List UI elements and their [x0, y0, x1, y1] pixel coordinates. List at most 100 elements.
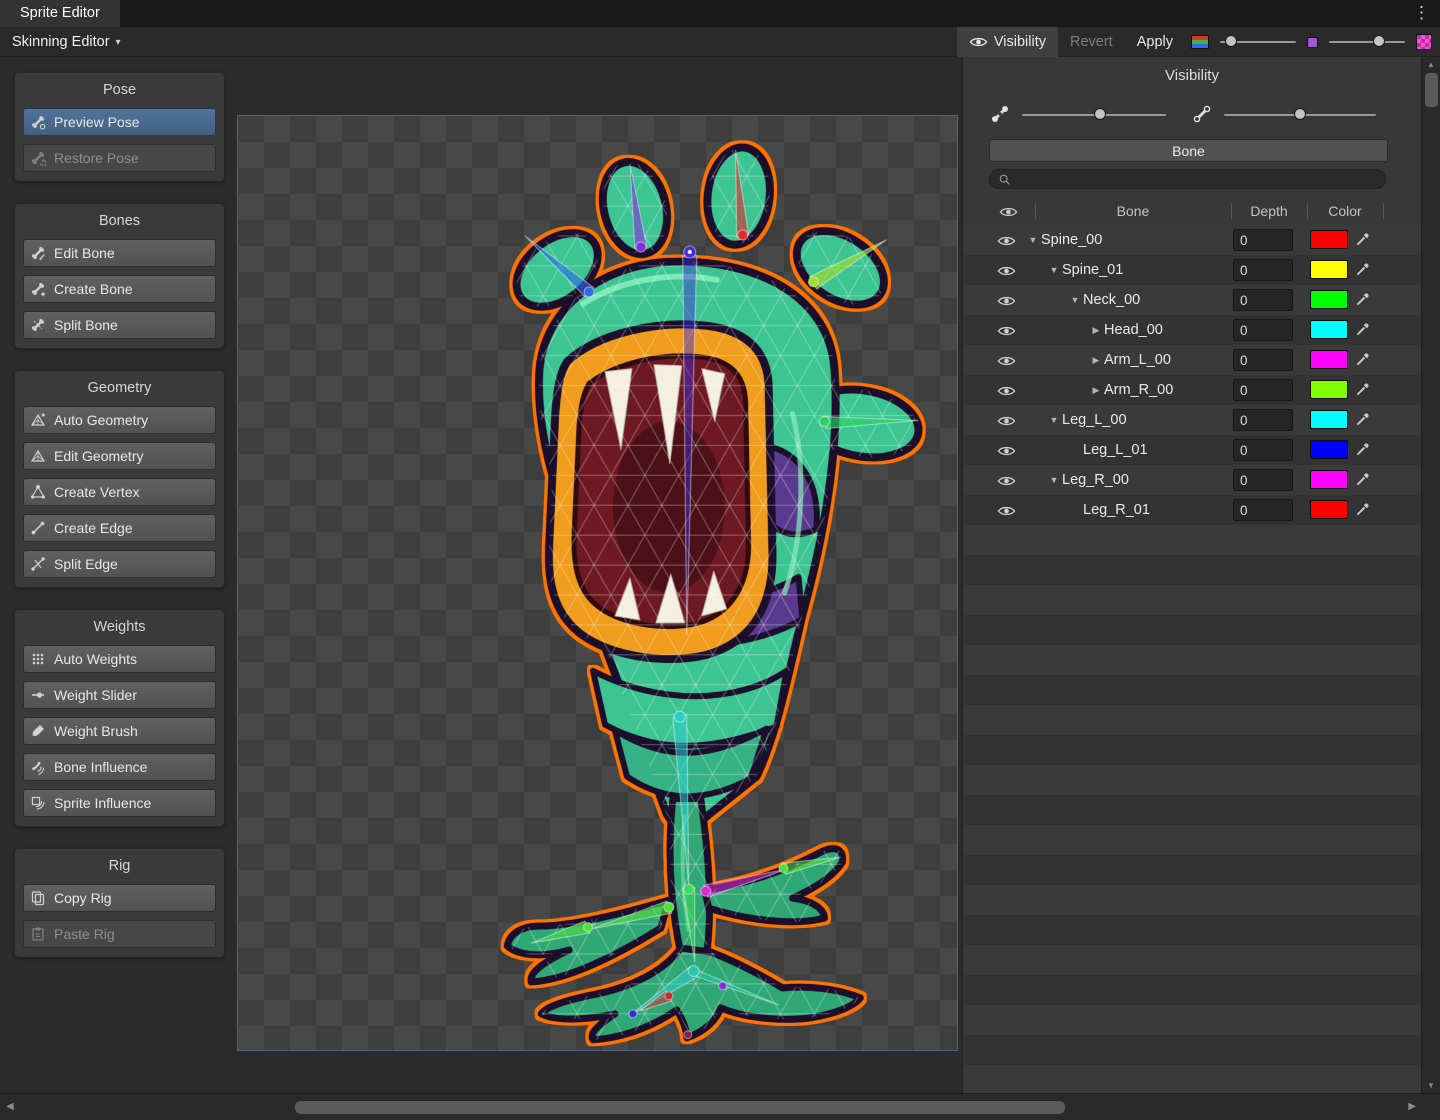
bone-row[interactable]: ▶ Arm_R_00 — [963, 375, 1421, 405]
tool-paste-rig[interactable]: Paste Rig — [23, 920, 216, 948]
eyedropper-icon[interactable] — [1355, 412, 1370, 427]
tool-auto-geometry[interactable]: Auto Geometry — [23, 406, 216, 434]
bone-row[interactable]: ▼ Neck_00 — [963, 285, 1421, 315]
eyedropper-icon[interactable] — [1355, 322, 1370, 337]
visibility-eye-icon[interactable] — [997, 504, 1016, 516]
mesh-opacity-slider[interactable] — [1224, 100, 1376, 130]
bone-color-swatch[interactable] — [1310, 290, 1348, 309]
visibility-eye-icon[interactable] — [997, 324, 1016, 336]
bone-row[interactable]: ▼ Leg_R_00 — [963, 465, 1421, 495]
eyedropper-icon[interactable] — [1355, 352, 1370, 367]
bone-tab-button[interactable]: Bone — [989, 139, 1388, 162]
purple-swatch-icon[interactable] — [1307, 37, 1318, 48]
tool-edit-bone[interactable]: Edit Bone — [23, 239, 216, 267]
tool-create-edge[interactable]: Create Edge — [23, 514, 216, 542]
eyedropper-icon[interactable] — [1355, 442, 1370, 457]
scroll-right-icon[interactable]: ▶ — [1408, 1101, 1416, 1112]
depth-input[interactable] — [1233, 229, 1293, 251]
tab-sprite-editor[interactable]: Sprite Editor — [0, 0, 120, 27]
fold-arrow-icon[interactable]: ▼ — [1046, 415, 1062, 425]
tool-sprite-influence[interactable]: Sprite Influence — [23, 789, 216, 817]
tool-bone-influence[interactable]: Bone Influence — [23, 753, 216, 781]
fold-arrow-icon[interactable]: ▶ — [1088, 325, 1104, 336]
bone-color-swatch[interactable] — [1310, 500, 1348, 519]
bone-row[interactable]: Leg_R_01 — [963, 495, 1421, 525]
scroll-left-icon[interactable]: ◀ — [6, 1101, 14, 1112]
bone-row[interactable]: ▶ Arm_L_00 — [963, 345, 1421, 375]
bone-row[interactable]: ▶ Head_00 — [963, 315, 1421, 345]
visibility-toggle[interactable]: Visibility — [957, 27, 1058, 57]
color-layers-icon[interactable] — [1191, 35, 1209, 49]
depth-input[interactable] — [1233, 499, 1293, 521]
bone-row[interactable]: ▼ Spine_01 — [963, 255, 1421, 285]
slider-knob[interactable] — [1294, 108, 1306, 120]
fold-arrow-icon[interactable]: ▶ — [1088, 355, 1104, 366]
fold-arrow-icon[interactable]: ▼ — [1067, 295, 1083, 305]
bone-row[interactable]: Leg_L_01 — [963, 435, 1421, 465]
visibility-eye-icon[interactable] — [997, 264, 1016, 276]
slider-knob[interactable] — [1373, 35, 1385, 47]
fold-arrow-icon[interactable]: ▼ — [1046, 265, 1062, 275]
visibility-eye-icon[interactable] — [997, 474, 1016, 486]
bone-color-swatch[interactable] — [1310, 410, 1348, 429]
slider-knob[interactable] — [1225, 35, 1237, 47]
bone-row[interactable]: ▼ Leg_L_00 — [963, 405, 1421, 435]
visibility-eye-icon[interactable] — [997, 354, 1016, 366]
depth-input[interactable] — [1233, 289, 1293, 311]
tool-edit-geometry[interactable]: Edit Geometry — [23, 442, 216, 470]
tool-weight-slider[interactable]: Weight Slider — [23, 681, 216, 709]
revert-button[interactable]: Revert — [1058, 27, 1125, 57]
tool-restore-pose[interactable]: Restore Pose — [23, 144, 216, 172]
bone-search[interactable] — [989, 169, 1386, 189]
vertical-scrollbar[interactable]: ▲ ▼ — [1421, 57, 1440, 1093]
scroll-up-icon[interactable]: ▲ — [1422, 60, 1440, 69]
sprite-texture-area[interactable] — [237, 115, 958, 1051]
scroll-down-icon[interactable]: ▼ — [1422, 1081, 1440, 1090]
bone-color-swatch[interactable] — [1310, 260, 1348, 279]
depth-input[interactable] — [1233, 439, 1293, 461]
visibility-eye-icon[interactable] — [997, 234, 1016, 246]
apply-button[interactable]: Apply — [1125, 27, 1185, 57]
bone-search-input[interactable] — [1016, 172, 1377, 187]
horizontal-scrollbar-thumb[interactable] — [295, 1101, 1065, 1114]
bone-opacity-slider[interactable] — [1022, 100, 1166, 130]
depth-input[interactable] — [1233, 349, 1293, 371]
eyedropper-icon[interactable] — [1355, 382, 1370, 397]
bone-row[interactable]: ▼ Spine_00 — [963, 225, 1421, 255]
eyedropper-icon[interactable] — [1355, 472, 1370, 487]
visibility-eye-icon[interactable] — [997, 444, 1016, 456]
horizontal-scrollbar[interactable]: ◀ ▶ — [0, 1093, 1440, 1120]
weights-opacity-slider[interactable] — [1329, 27, 1405, 57]
visibility-eye-icon[interactable] — [997, 384, 1016, 396]
tool-copy-rig[interactable]: Copy Rig — [23, 884, 216, 912]
depth-input[interactable] — [1233, 319, 1293, 341]
bone-color-swatch[interactable] — [1310, 440, 1348, 459]
depth-input[interactable] — [1233, 379, 1293, 401]
sprite-opacity-slider[interactable] — [1220, 27, 1296, 57]
tool-preview-pose[interactable]: Preview Pose — [23, 108, 216, 136]
tool-split-edge[interactable]: Split Edge — [23, 550, 216, 578]
bone-color-swatch[interactable] — [1310, 350, 1348, 369]
tool-create-vertex[interactable]: Create Vertex — [23, 478, 216, 506]
depth-input[interactable] — [1233, 259, 1293, 281]
tool-weight-brush[interactable]: Weight Brush — [23, 717, 216, 745]
bone-color-swatch[interactable] — [1310, 230, 1348, 249]
tool-auto-weights[interactable]: Auto Weights — [23, 645, 216, 673]
depth-input[interactable] — [1233, 409, 1293, 431]
texture-swatch-icon[interactable] — [1416, 34, 1432, 50]
bone-color-swatch[interactable] — [1310, 320, 1348, 339]
fold-arrow-icon[interactable]: ▼ — [1046, 475, 1062, 485]
skinning-editor-dropdown[interactable]: Skinning Editor ▾ — [4, 27, 129, 57]
tool-split-bone[interactable]: Split Bone — [23, 311, 216, 339]
depth-input[interactable] — [1233, 469, 1293, 491]
bone-color-swatch[interactable] — [1310, 380, 1348, 399]
fold-arrow-icon[interactable]: ▶ — [1088, 385, 1104, 396]
visibility-eye-icon[interactable] — [997, 294, 1016, 306]
fold-arrow-icon[interactable]: ▼ — [1025, 235, 1041, 245]
eyedropper-icon[interactable] — [1355, 292, 1370, 307]
eyedropper-icon[interactable] — [1355, 262, 1370, 277]
kebab-menu-icon[interactable]: ⋮ — [1413, 3, 1430, 23]
tool-create-bone[interactable]: Create Bone — [23, 275, 216, 303]
eyedropper-icon[interactable] — [1355, 502, 1370, 517]
eyedropper-icon[interactable] — [1355, 232, 1370, 247]
